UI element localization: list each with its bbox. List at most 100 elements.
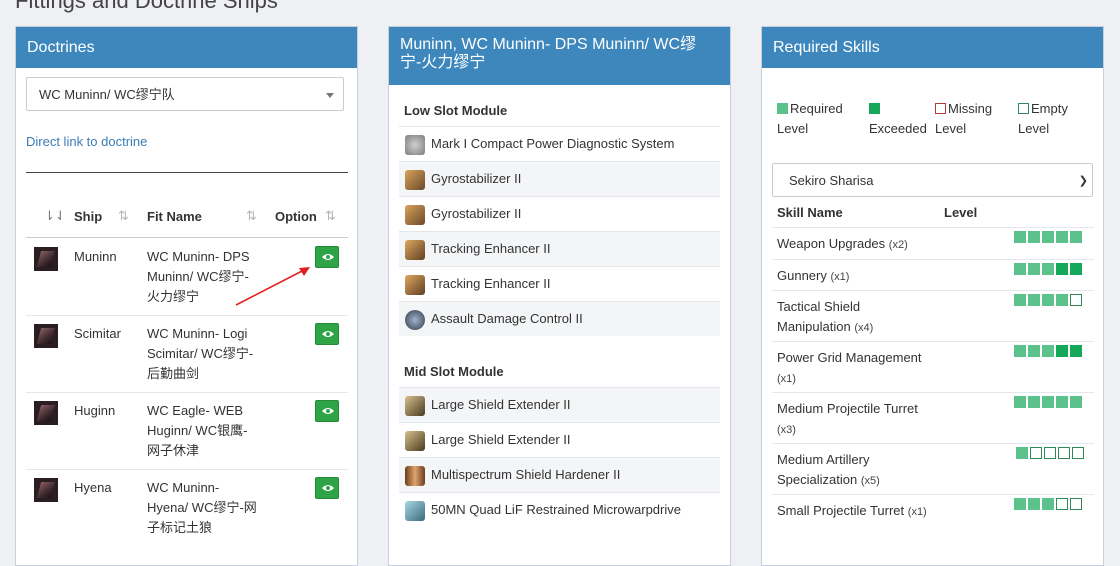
skill-level-indicator	[1014, 294, 1084, 306]
shield-hardener-icon	[405, 466, 425, 486]
fit-name-line: Huginn/ WC银鹰-	[147, 423, 248, 438]
skill-level-required	[1028, 345, 1040, 357]
skill-name: Medium Artillery Specialization (x5)	[777, 450, 880, 491]
divider	[772, 227, 1094, 228]
module-row: Assault Damage Control II	[399, 301, 720, 336]
legend-label: Level	[935, 121, 967, 136]
ship-name: Hyena	[74, 480, 112, 495]
skill-name-line: (x3)	[777, 419, 918, 440]
page-title: Fittings and Doctrine Ships	[15, 0, 278, 13]
skill-level-required	[1014, 263, 1026, 275]
legend-required: Required Level	[777, 99, 843, 139]
skill-name: Medium Projectile Turret (x3)	[777, 399, 918, 440]
eye-icon	[322, 408, 334, 414]
eye-icon	[322, 254, 334, 260]
module-name: Large Shield Extender II	[431, 432, 571, 447]
divider	[26, 172, 348, 173]
skill-name-line: Medium Projectile Turret	[777, 401, 918, 416]
skill-level-exceeded	[1070, 345, 1082, 357]
skill-level-required	[1028, 498, 1040, 510]
skill-level-required	[1028, 231, 1040, 243]
skill-level-required	[1056, 231, 1068, 243]
module-name: Multispectrum Shield Hardener II	[431, 467, 621, 482]
fit-name-line: Scimitar/ WC缪宁-	[147, 346, 254, 361]
chevron-down-icon: ❯	[1078, 175, 1088, 187]
fit-name-line: 子标记土狼	[147, 520, 213, 535]
column-header-ship[interactable]: Ship	[74, 209, 102, 224]
skill-level-required	[1042, 498, 1054, 510]
fit-name-line: 网子休津	[147, 443, 200, 458]
fitting-heading: Muninn, WC Muninn- DPS Muninn/ WC缪 宁-火力缪…	[389, 27, 730, 85]
fit-name-line: 后勤曲剑	[147, 366, 200, 381]
shield-extender-icon	[405, 431, 425, 451]
skill-level-required	[1070, 231, 1082, 243]
ship-image	[34, 324, 58, 348]
character-select-value: Sekiro Sharisa	[789, 173, 874, 188]
skill-level-required	[1042, 345, 1054, 357]
legend-exceeded: Exceeded	[869, 99, 927, 139]
view-fit-button[interactable]	[315, 246, 339, 268]
module-name: Gyrostabilizer II	[431, 206, 522, 221]
sort-desc-icon[interactable]: ⇂⇃	[44, 208, 66, 224]
skill-name: Power Grid Management (x1)	[777, 348, 922, 389]
fit-name-line: Hyena/ WC缪宁-网	[147, 500, 257, 515]
direct-link-to-doctrine[interactable]: Direct link to doctrine	[26, 134, 147, 149]
divider	[772, 443, 1094, 444]
fit-name-line: WC Muninn- DPS	[147, 249, 250, 264]
view-fit-button[interactable]	[315, 400, 339, 422]
shield-extender-icon	[405, 396, 425, 416]
doctrines-panel: Doctrines WC Muninn/ WC缪宁队 Direct link t…	[15, 26, 358, 566]
skill-level-exceeded	[1056, 345, 1068, 357]
legend-empty: Empty Level	[1018, 99, 1068, 139]
ship-name: Huginn	[74, 403, 116, 418]
missing-swatch	[935, 103, 946, 114]
legend-missing: Missing Level	[935, 99, 992, 139]
sort-icon[interactable]: ⇅	[246, 208, 257, 224]
skill-level-required	[1056, 294, 1068, 306]
required-skills-heading: Required Skills	[762, 27, 1103, 68]
skill-level-empty	[1044, 447, 1056, 459]
ship-image	[34, 401, 58, 425]
fit-name-line: WC Muninn- Logi	[147, 326, 248, 341]
skill-level-exceeded	[1056, 263, 1068, 275]
fitting-heading-line: Muninn, WC Muninn- DPS Muninn/ WC缪	[400, 36, 697, 53]
skill-level-exceeded	[1070, 263, 1082, 275]
legend-label: Empty	[1031, 101, 1068, 116]
skill-name-line: Gunnery (x1)	[777, 266, 849, 287]
skill-level-required	[1042, 396, 1054, 408]
skill-level-indicator	[1016, 447, 1086, 459]
skill-level-indicator	[1014, 498, 1084, 510]
skill-level-indicator	[1014, 231, 1084, 243]
view-fit-button[interactable]	[315, 477, 339, 499]
skill-level-required	[1014, 294, 1026, 306]
mid-slot-title: Mid Slot Module	[404, 364, 504, 379]
fit-name-line: WC Muninn-	[147, 480, 220, 495]
skill-name-line: Small Projectile Turret (x1)	[777, 501, 927, 522]
doctrine-select[interactable]: WC Muninn/ WC缪宁队	[26, 77, 344, 111]
module-row: Mark I Compact Power Diagnostic System	[399, 126, 720, 161]
sort-icon[interactable]: ⇅	[118, 208, 129, 224]
skill-name-text: Small Projectile Turret	[777, 503, 905, 518]
skill-level-required	[1014, 345, 1026, 357]
caret-down-icon	[326, 93, 334, 98]
view-fit-button[interactable]	[315, 323, 339, 345]
skill-level-required	[1016, 447, 1028, 459]
skill-multiplier: (x5)	[860, 475, 880, 487]
module-row: Gyrostabilizer II	[399, 161, 720, 196]
column-header-option[interactable]: Option	[275, 209, 317, 224]
legend-label: Level	[1018, 121, 1050, 136]
divider	[772, 494, 1094, 495]
divider	[26, 237, 348, 238]
character-select[interactable]: Sekiro Sharisa ❯	[772, 163, 1093, 197]
sort-icon[interactable]: ⇅	[325, 208, 336, 224]
column-header-fit-name[interactable]: Fit Name	[147, 209, 202, 224]
skill-name-line: Weapon Upgrades (x2)	[777, 234, 908, 255]
ship-image	[34, 478, 58, 502]
divider	[26, 469, 348, 470]
divider	[772, 392, 1094, 393]
skill-multiplier: (x4)	[854, 322, 874, 334]
skill-level-required	[1028, 396, 1040, 408]
module-row: Large Shield Extender II	[399, 422, 720, 457]
divider	[26, 315, 348, 316]
empty-swatch	[1018, 103, 1029, 114]
